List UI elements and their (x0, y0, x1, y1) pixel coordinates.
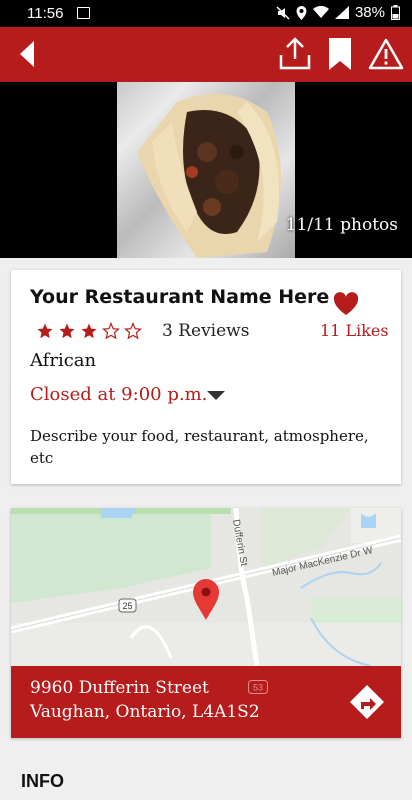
cuisine-type: African (30, 350, 97, 371)
address-line2: Vaughan, Ontario, L4A1S2 (30, 702, 260, 722)
clock: 11:56 (27, 5, 64, 22)
share-button[interactable] (276, 35, 314, 73)
reviews-link[interactable]: 3 Reviews (162, 321, 249, 341)
route-shield-25: 25 (122, 601, 132, 611)
address-line1: 9960 Dufferin Street (30, 678, 209, 698)
star-filled-icon (59, 323, 75, 339)
warning-icon (368, 38, 404, 70)
report-button[interactable] (366, 35, 406, 73)
back-arrow-icon (20, 41, 34, 67)
back-button[interactable] (14, 35, 40, 73)
likes-count: 11 Likes (320, 321, 389, 340)
info-section-heading: INFO (21, 771, 64, 791)
food-photo (117, 82, 295, 258)
like-button[interactable] (333, 292, 359, 320)
directions-icon (350, 685, 384, 719)
heart-icon (333, 292, 359, 315)
app-bar (0, 27, 412, 82)
battery-percent: 38% (354, 4, 385, 21)
star-filled-icon (81, 323, 97, 339)
route-shield-53: 53 (248, 680, 268, 694)
image-notification-icon (77, 7, 90, 19)
address-bar[interactable]: 9960 Dufferin Street Vaughan, Ontario, L… (11, 666, 401, 738)
svg-text:53: 53 (253, 683, 263, 693)
location-map[interactable]: 25 Dufferin St Major MacKenzie Dr W 9960… (11, 508, 401, 738)
restaurant-name: Your Restaurant Name Here (30, 286, 330, 308)
status-bar: 11:56 38% (0, 0, 412, 27)
battery-icon (391, 5, 400, 20)
location-icon (296, 5, 307, 20)
star-empty-icon (124, 322, 142, 340)
photo-count: 11/11 photos (285, 215, 398, 235)
restaurant-description: Describe your food, restaurant, atmosphe… (30, 427, 369, 467)
signal-icon (334, 6, 349, 19)
share-icon (279, 37, 311, 70)
hours-dropdown-icon[interactable] (207, 391, 225, 400)
star-rating (36, 322, 142, 340)
status-icons: 38% (276, 4, 400, 21)
bookmark-icon (329, 38, 351, 70)
restaurant-info-card: Your Restaurant Name Here 3 Reviews 11 L… (11, 270, 401, 484)
star-filled-icon (37, 323, 53, 339)
mute-icon (276, 5, 290, 20)
directions-button[interactable] (349, 684, 385, 720)
star-empty-icon (102, 322, 120, 340)
photo-gallery[interactable]: 11/11 photos (0, 82, 412, 258)
wifi-icon (312, 6, 329, 18)
bookmark-button[interactable] (324, 35, 356, 73)
hours-status[interactable]: Closed at 9:00 p.m. (30, 384, 207, 405)
